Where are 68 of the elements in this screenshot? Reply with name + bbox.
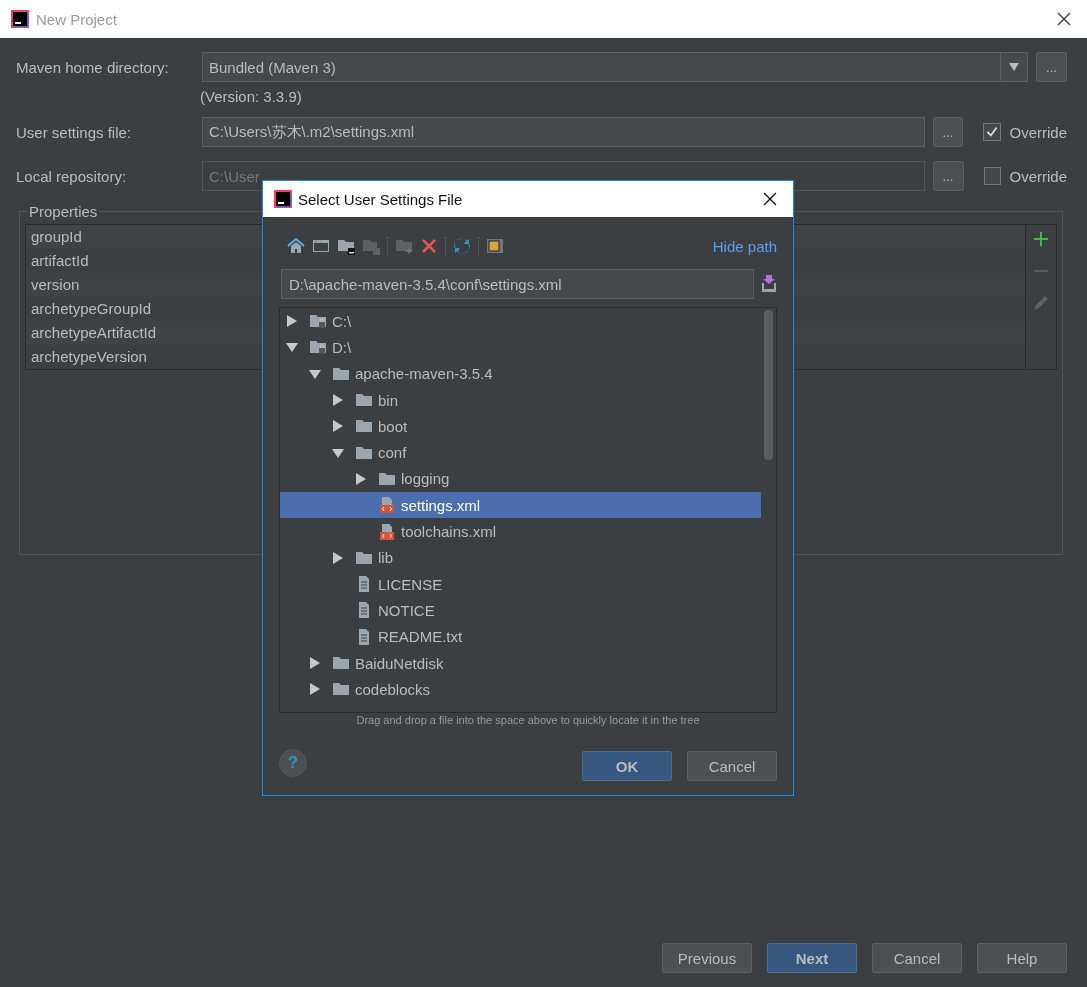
xml-file-icon <box>378 496 396 515</box>
refresh-icon[interactable] <box>453 237 471 255</box>
home-icon[interactable] <box>287 237 305 255</box>
override-label: Override <box>1009 167 1067 185</box>
collapsed-arrow-icon[interactable] <box>332 394 344 407</box>
collapsed-arrow-icon[interactable] <box>332 420 344 433</box>
wizard-button[interactable]: Next <box>767 943 857 973</box>
tree-item[interactable]: lib <box>280 544 761 571</box>
tree-item[interactable]: BaiduNetdisk <box>280 649 761 677</box>
expanded-arrow-icon[interactable] <box>309 367 321 380</box>
desktop-icon[interactable] <box>312 237 330 255</box>
tree-item[interactable]: apache-maven-3.5.4 <box>280 360 761 387</box>
close-icon[interactable] <box>763 192 777 206</box>
preview-icon[interactable] <box>486 237 504 255</box>
app-logo-icon <box>273 189 293 209</box>
scrollbar[interactable] <box>764 310 773 460</box>
version-note: (Version: 3.3.9) <box>200 88 302 105</box>
expanded-arrow-icon[interactable] <box>286 341 298 354</box>
tree-item[interactable]: NOTICE <box>280 597 761 624</box>
dialog-title: Select User Settings File <box>298 190 463 208</box>
window-title: New Project <box>36 10 117 28</box>
tree-item[interactable]: README.txt <box>280 623 761 650</box>
tree-item[interactable]: logging <box>280 465 761 493</box>
expanded-arrow-icon[interactable] <box>332 446 344 459</box>
new-folder-icon[interactable] <box>337 237 355 255</box>
field-label: User settings file: <box>16 123 133 141</box>
collapsed-arrow-icon[interactable] <box>309 683 321 696</box>
tree-item[interactable]: bin <box>280 386 761 414</box>
tree-item[interactable]: conf <box>280 439 761 466</box>
tree-item[interactable]: D:\ <box>280 334 761 361</box>
dialog-button[interactable]: Cancel <box>687 751 777 781</box>
collapsed-arrow-icon[interactable] <box>355 472 367 485</box>
delete-icon[interactable] <box>420 237 438 255</box>
tree-item[interactable]: codeblocks <box>280 676 761 703</box>
dialog-button[interactable]: OK <box>582 751 672 781</box>
browse-button[interactable]: ... <box>1036 52 1067 82</box>
path-field[interactable]: C:\Users\苏木\.m2\settings.xml <box>202 117 925 147</box>
tree-item[interactable]: LICENSE <box>280 570 761 598</box>
add-icon[interactable] <box>1033 231 1049 247</box>
collapsed-arrow-icon[interactable] <box>286 315 298 328</box>
wizard-button[interactable]: Previous <box>662 943 752 973</box>
download-icon[interactable] <box>761 275 777 293</box>
tree-item[interactable]: C:\ <box>280 308 761 335</box>
tree-item[interactable]: boot <box>280 413 761 440</box>
app-logo-icon <box>10 9 30 29</box>
tree-item[interactable]: settings.xml <box>280 492 761 519</box>
collapsed-arrow-icon[interactable] <box>309 657 321 669</box>
tree-item[interactable]: toolchains.xml <box>280 518 761 545</box>
wizard-button[interactable]: Help <box>977 943 1067 973</box>
hint-text: Drag and drop a file into the space above to quickly locate it in the tree <box>356 714 700 726</box>
browse-button[interactable]: ... <box>932 117 964 147</box>
xml-file-icon <box>378 522 396 541</box>
collapsed-arrow-icon[interactable] <box>332 551 344 564</box>
folder-icon <box>362 237 380 255</box>
folder-icon <box>332 654 350 672</box>
drive-icon <box>309 338 327 357</box>
field-label: Local repository: <box>16 167 128 185</box>
maven-home-dropdown[interactable]: Bundled (Maven 3) <box>202 52 1028 82</box>
path-field[interactable]: D:\apache-maven-3.5.4\conf\settings.xml <box>281 269 754 299</box>
override-checkbox[interactable] <box>983 123 1002 141</box>
field-label: Maven home directory: <box>16 58 170 76</box>
folder-icon <box>395 237 413 255</box>
properties-title: Properties <box>28 203 99 220</box>
wizard-button[interactable]: Cancel <box>872 943 962 973</box>
drive-icon <box>309 312 327 331</box>
close-icon[interactable] <box>1057 12 1071 26</box>
override-label: Override <box>1009 123 1067 141</box>
hide-path-link[interactable]: Hide path <box>712 237 777 255</box>
